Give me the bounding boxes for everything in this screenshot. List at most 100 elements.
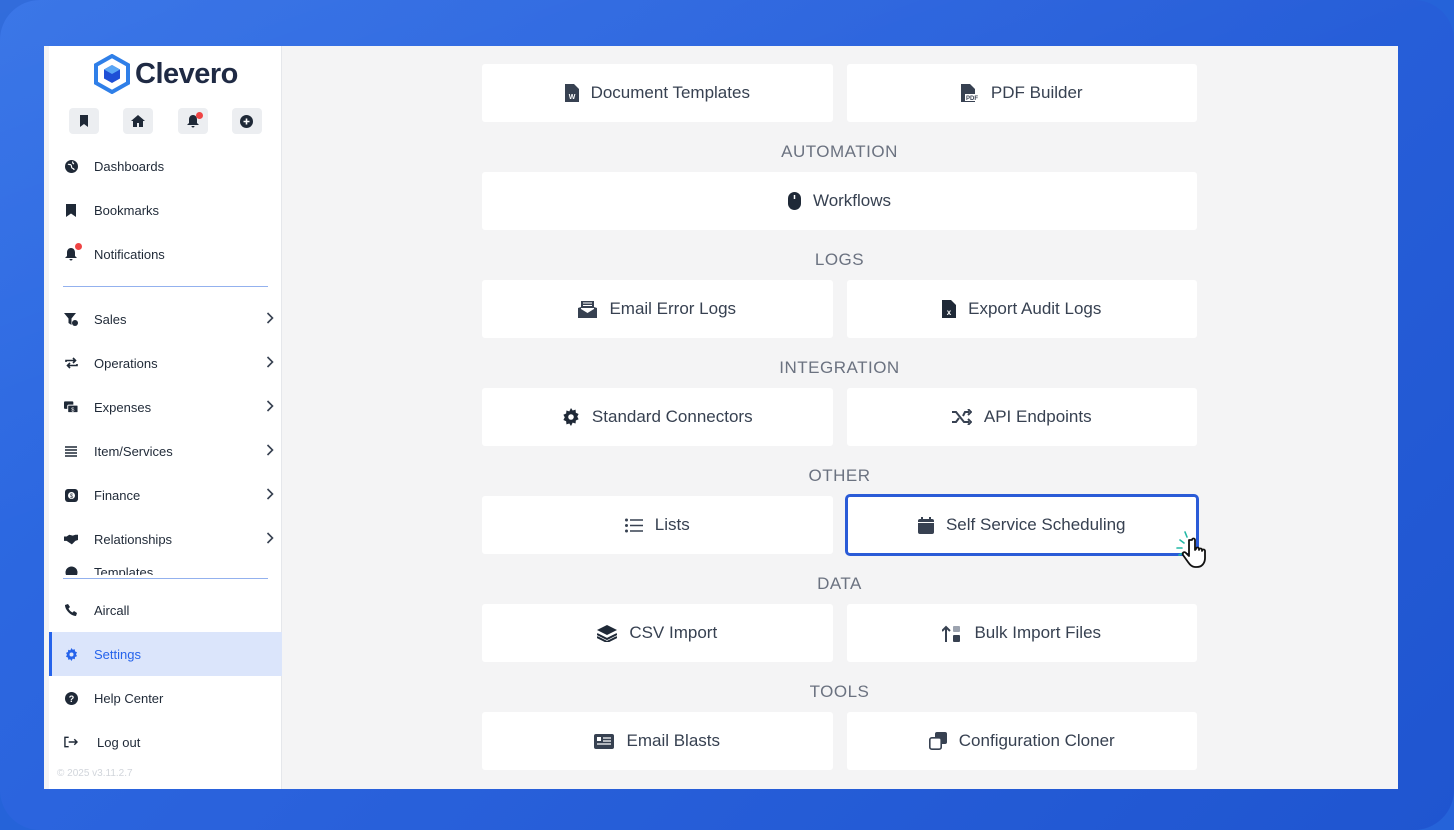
globe-icon [64, 159, 78, 173]
row-other: Lists Self Service Scheduling [482, 494, 1199, 556]
newspaper-icon [594, 733, 615, 749]
section-heading-tools: TOOLS [809, 682, 870, 701]
bookmark-icon [64, 203, 78, 217]
card-label: Document Templates [590, 83, 750, 102]
clevero-logo-icon [94, 54, 130, 94]
sidebar-item-label: Relationships [94, 531, 173, 547]
quick-add-button[interactable] [231, 108, 262, 134]
list-icon [624, 518, 643, 532]
quick-notifications-button[interactable] [177, 108, 208, 134]
card-label: PDF Builder [990, 83, 1083, 102]
sidebar-scroll-divider [63, 578, 268, 579]
sidebar-item-sales[interactable]: Sales [49, 297, 282, 341]
mouse-icon [787, 192, 801, 210]
card-label: Standard Connectors [591, 407, 753, 426]
sidebar-item-label: Bookmarks [94, 202, 160, 218]
api-endpoints-card[interactable]: API Endpoints [846, 388, 1197, 446]
chevron-right-icon [266, 444, 274, 456]
quick-actions [69, 108, 262, 134]
sidebar-item-label: Item/Services [94, 443, 173, 459]
email-blasts-card[interactable]: Email Blasts [482, 712, 833, 770]
pdf-builder-card[interactable]: PDF PDF Builder [846, 64, 1197, 122]
workflows-card[interactable]: Workflows [482, 172, 1197, 230]
sidebar-item-settings[interactable]: Settings [49, 632, 282, 676]
sidebar: Clevero Dashboards Bookmarks Notificatio… [49, 46, 282, 789]
sidebar-item-aircall[interactable]: Aircall [49, 588, 282, 632]
sidebar-item-label: Templates [94, 565, 154, 575]
sidebar-item-label: Expenses [94, 399, 152, 415]
configuration-cloner-card[interactable]: Configuration Cloner [846, 712, 1197, 770]
sidebar-item-item-services[interactable]: Item/Services [49, 429, 282, 473]
plus-circle-icon [240, 114, 254, 128]
card-label: Email Error Logs [609, 299, 737, 318]
sidebar-item-finance[interactable]: $ Finance [49, 473, 282, 517]
email-error-logs-card[interactable]: Email Error Logs [482, 280, 833, 338]
chevron-right-icon [266, 356, 274, 368]
chevron-right-icon [266, 400, 274, 412]
excel-file-icon: x [942, 300, 957, 318]
sidebar-item-label: Help Center [94, 690, 164, 706]
calendar-icon [917, 516, 934, 534]
sidebar-item-help-center[interactable]: ? Help Center [49, 676, 282, 720]
layers-icon [597, 624, 618, 642]
brand-logo[interactable]: Clevero [93, 52, 238, 96]
card-label: Self Service Scheduling [945, 515, 1126, 534]
sidebar-item-label: Operations [94, 355, 158, 371]
sidebar-item-templates[interactable]: Templates [49, 561, 282, 575]
bulk-import-files-card[interactable]: Bulk Import Files [846, 604, 1197, 662]
sidebar-item-label: Notifications [94, 246, 165, 262]
pdf-file-icon: PDF [960, 84, 979, 102]
sidebar-item-dashboards[interactable]: Dashboards [49, 144, 282, 188]
section-heading-automation: AUTOMATION [781, 142, 898, 161]
home-icon [131, 115, 146, 127]
document-templates-card[interactable]: W Document Templates [482, 64, 833, 122]
word-document-icon: W [564, 84, 579, 102]
logout-icon [64, 735, 78, 749]
quick-home-button[interactable] [123, 108, 154, 134]
sidebar-item-bookmarks[interactable]: Bookmarks [49, 188, 282, 232]
row-templates: W Document Templates PDF PDF Builder [482, 64, 1197, 122]
sidebar-item-expenses[interactable]: $ Expenses [49, 385, 282, 429]
row-tools: Email Blasts Configuration Cloner [482, 712, 1197, 770]
section-heading-data: DATA [817, 574, 862, 593]
card-label: API Endpoints [983, 407, 1092, 426]
gear-icon [563, 408, 579, 426]
section-heading-integration: INTEGRATION [779, 358, 900, 377]
chevron-right-icon [266, 488, 274, 500]
sidebar-item-notifications[interactable]: Notifications [49, 232, 282, 276]
svg-text:x: x [947, 308, 952, 317]
sidebar-item-operations[interactable]: Operations [49, 341, 282, 385]
svg-text:PDF: PDF [966, 96, 978, 102]
sidebar-item-logout[interactable]: Log out [49, 720, 282, 764]
csv-import-card[interactable]: CSV Import [482, 604, 833, 662]
finance-icon: $ [64, 488, 78, 502]
hand-pointer-cursor-icon [1176, 531, 1206, 568]
repeat-icon [64, 356, 78, 370]
version-label: © 2025 v3.11.2.7 [57, 768, 133, 779]
quick-bookmark-button[interactable] [69, 108, 99, 134]
row-automation: Workflows [482, 172, 1197, 230]
funnel-icon [64, 312, 78, 326]
list-icon [64, 444, 78, 458]
standard-connectors-card[interactable]: Standard Connectors [482, 388, 833, 446]
card-label: Export Audit Logs [968, 299, 1102, 318]
sidebar-item-label: Settings [94, 646, 141, 662]
chevron-right-icon [266, 312, 274, 324]
phone-icon [64, 603, 78, 617]
clone-icon [928, 732, 947, 750]
sidebar-divider [63, 286, 268, 287]
sidebar-bottom-nav: Aircall Settings ? Help Center Log out [49, 588, 282, 764]
sidebar-item-label: Sales [94, 311, 127, 327]
chevron-right-icon [266, 532, 274, 544]
row-data: CSV Import Bulk Import Files [482, 604, 1197, 662]
handshake-icon [64, 532, 78, 546]
self-service-scheduling-card[interactable]: Self Service Scheduling [844, 494, 1199, 556]
sidebar-item-relationships[interactable]: Relationships [49, 517, 282, 561]
card-label: Lists [654, 515, 690, 534]
sidebar-nav: Dashboards Bookmarks Notifications Sales… [49, 144, 282, 575]
lists-card[interactable]: Lists [482, 496, 833, 554]
row-logs: Email Error Logs x Export Audit Logs [482, 280, 1197, 338]
row-integration: Standard Connectors API Endpoints [482, 388, 1197, 446]
sidebar-item-label: Dashboards [94, 158, 165, 174]
export-audit-logs-card[interactable]: x Export Audit Logs [846, 280, 1197, 338]
